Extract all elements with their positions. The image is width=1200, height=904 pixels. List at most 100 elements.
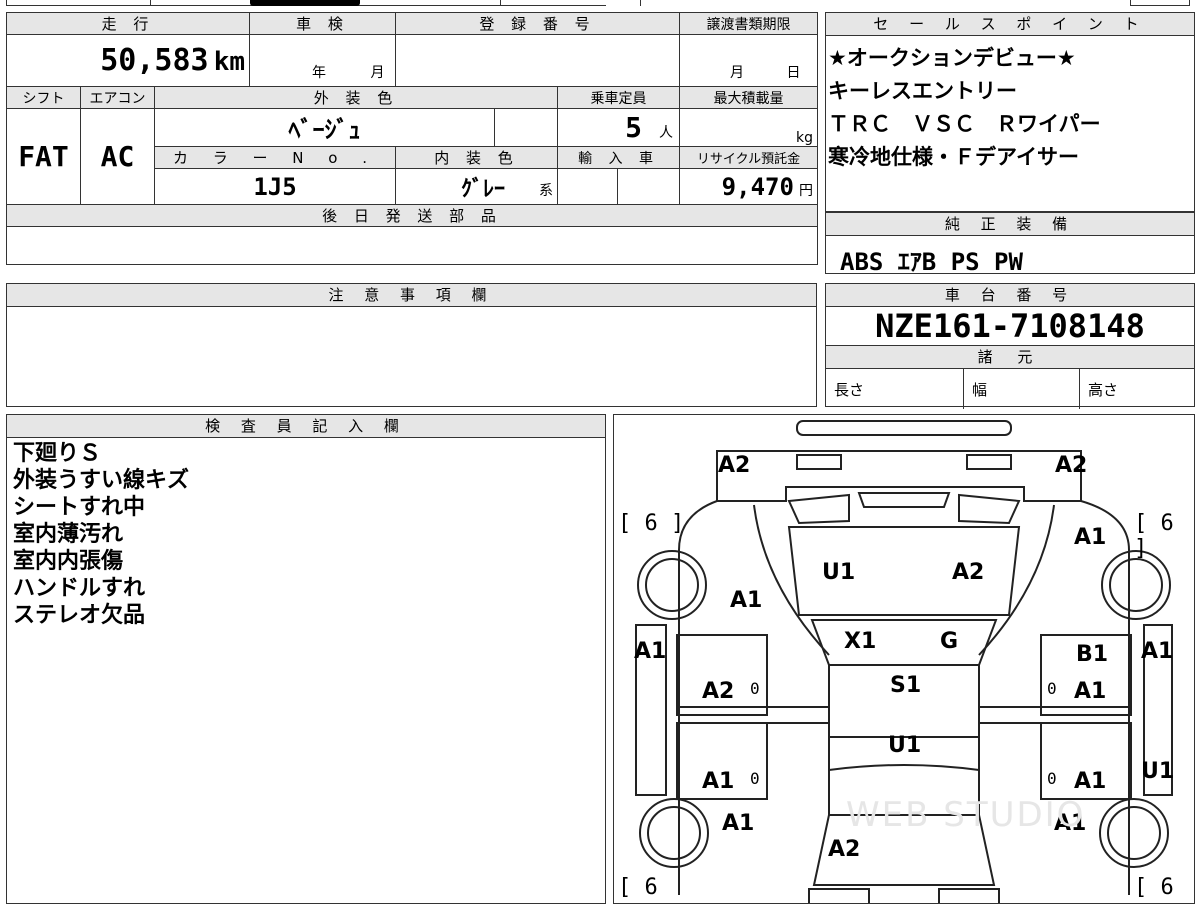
damage-mark: A2 [702, 679, 735, 704]
damage-mark: A1 [722, 811, 755, 836]
interior-suffix: 系 [539, 183, 554, 199]
specs-row: 長さ 幅 高さ [826, 369, 1194, 409]
vehicle-info-table: 走 行 車 検 登 録 番 号 譲渡書類期限 50,583 km 年 月 月 日… [5, 12, 819, 265]
inspector-line: 室内内張傷 [13, 549, 124, 574]
spec-height: 高さ [1088, 381, 1119, 399]
capacity-cell: 5 人 [557, 108, 681, 147]
exterior-value: ﾍﾞｰｼﾞｭ [288, 116, 361, 144]
sales-point-line: キーレスエントリー [828, 79, 1017, 103]
capacity-unit: 人 [659, 125, 674, 141]
inspector-line: 外装うすい線キズ [13, 468, 190, 493]
damage-mark: A1 [634, 639, 667, 664]
tire-rear-left: [ 6 [618, 875, 658, 900]
shift-value: FAT [18, 140, 69, 173]
color-no-value: 1J5 [253, 172, 297, 201]
inspection-month: 月 [370, 65, 385, 81]
notes-header: 注 意 事 項 欄 [7, 284, 816, 307]
tire-front-right: [ 6 ] [1134, 511, 1174, 561]
damage-mark: G [940, 629, 959, 654]
load-header: 最大積載量 [679, 86, 819, 109]
exterior-header: 外 装 色 [153, 86, 559, 109]
damage-mark: A1 [1074, 525, 1107, 550]
damage-mark: U1 [888, 733, 922, 758]
capacity-value: 5 [625, 111, 642, 144]
recycle-unit: 円 [799, 182, 814, 199]
inspection-year: 年 [312, 65, 327, 81]
damage-mark: U1 [1141, 759, 1175, 784]
damage-mark: A2 [828, 837, 861, 862]
top-strip [0, 0, 1200, 8]
import-cell-2 [617, 168, 681, 205]
inspector-line: 下廻りＳ [13, 441, 102, 466]
mileage-value: 50,583 [100, 43, 209, 78]
exterior-cell: ﾍﾞｰｼﾞｭ [153, 108, 496, 147]
zero-mark: 0 [1047, 679, 1057, 698]
specs-header: 諸 元 [826, 346, 1194, 369]
damage-diagram: [ 6 ] [ 6 ] [ 6 [ 6 A2 A2 A1 U1 A2 A1 X1… [613, 414, 1195, 904]
interior-value: ｸﾞﾚｰ [461, 176, 506, 202]
damage-mark: A2 [1055, 453, 1088, 478]
load-unit: kg [796, 130, 814, 146]
spec-length: 長さ [826, 369, 964, 409]
damage-mark: S1 [890, 673, 922, 698]
transfer-day: 日 [786, 65, 801, 81]
registration-header: 登 録 番 号 [395, 12, 681, 35]
tire-front-left: [ 6 ] [618, 511, 685, 536]
load-cell: kg [679, 108, 819, 147]
shift-header: シフト [6, 86, 81, 109]
sales-point-list: ★オークションデビュー★ キーレスエントリー ＴＲＣ ＶＳＣ Ｒワイパー 寒冷地… [826, 36, 1194, 180]
transfer-header: 譲渡書類期限 [679, 12, 819, 35]
sales-point-box: セ ー ル ス ポ イ ン ト ★オークションデビュー★ キーレスエントリー Ｔ… [825, 12, 1195, 212]
exterior-extra [494, 108, 559, 147]
ac-cell: AC [80, 108, 155, 205]
sales-point-line: 寒冷地仕様・Ｆデアイサー [828, 145, 1079, 169]
damage-mark: B1 [1076, 642, 1109, 667]
chassis-header: 車 台 番 号 [826, 284, 1194, 307]
capacity-header: 乗車定員 [557, 86, 681, 109]
zero-mark: 0 [750, 679, 760, 698]
chassis-box: 車 台 番 号 NZE161-7108148 諸 元 長さ 幅 高さ [825, 283, 1195, 409]
zero-mark: 0 [750, 769, 760, 788]
transfer-cell: 月 日 [679, 34, 819, 87]
damage-mark: A2 [718, 453, 751, 478]
damage-mark: A1 [1141, 639, 1174, 664]
notes-box: 注 意 事 項 欄 [6, 283, 817, 407]
equipment-value: ABS ｴｱB PS PW [840, 248, 1023, 276]
inspector-box: 検 査 員 記 入 欄 下廻りＳ 外装うすい線キズ シートすれ中 室内薄汚れ 室… [6, 414, 606, 904]
damage-mark: X1 [844, 629, 877, 654]
ac-value: AC [100, 140, 135, 173]
mileage-header: 走 行 [5, 12, 251, 35]
equipment-box: 純 正 装 備 ABS ｴｱB PS PW [825, 212, 1195, 276]
transfer-month: 月 [730, 65, 745, 81]
damage-mark: A2 [952, 560, 985, 585]
tire-rear-right: [ 6 [1134, 875, 1174, 900]
mileage-cell: 50,583 km [5, 34, 251, 87]
inspector-line: 室内薄汚れ [13, 522, 124, 547]
chassis-number: NZE161-7108148 [826, 307, 1194, 346]
recycle-value: 9,470 [721, 172, 794, 201]
mileage-unit: km [213, 47, 246, 77]
color-no-cell: 1J5 [153, 168, 397, 205]
inspector-notes: 下廻りＳ 外装うすい線キズ シートすれ中 室内薄汚れ 室内内張傷 ハンドルすれ … [7, 438, 605, 631]
import-cell-1 [557, 168, 619, 205]
equipment-header: 純 正 装 備 [826, 213, 1194, 236]
damage-mark: A1 [1074, 769, 1107, 794]
interior-cell: ｸﾞﾚｰ 系 [395, 168, 559, 205]
import-header: 輸 入 車 [557, 146, 681, 169]
damage-mark: U1 [822, 560, 856, 585]
inspector-line: ハンドルすれ [13, 576, 146, 601]
interior-header: 内 装 色 [395, 146, 559, 169]
inspection-cell: 年 月 [249, 34, 397, 87]
sales-point-line: ★オークションデビュー★ [828, 46, 1076, 70]
inspector-header: 検 査 員 記 入 欄 [7, 415, 605, 438]
ac-header: エアコン [80, 86, 155, 109]
sales-point-header: セ ー ル ス ポ イ ン ト [826, 13, 1194, 36]
damage-mark: A1 [702, 769, 735, 794]
recycle-header: リサイクル預託金 [679, 146, 819, 169]
later-parts-value [5, 226, 819, 265]
zero-mark: 0 [1047, 769, 1057, 788]
damage-mark: A1 [730, 588, 763, 613]
sales-point-line: ＴＲＣ ＶＳＣ Ｒワイパー [828, 112, 1101, 136]
inspection-header: 車 検 [249, 12, 397, 35]
color-no-header: カ ラ ー N o . [153, 146, 397, 169]
